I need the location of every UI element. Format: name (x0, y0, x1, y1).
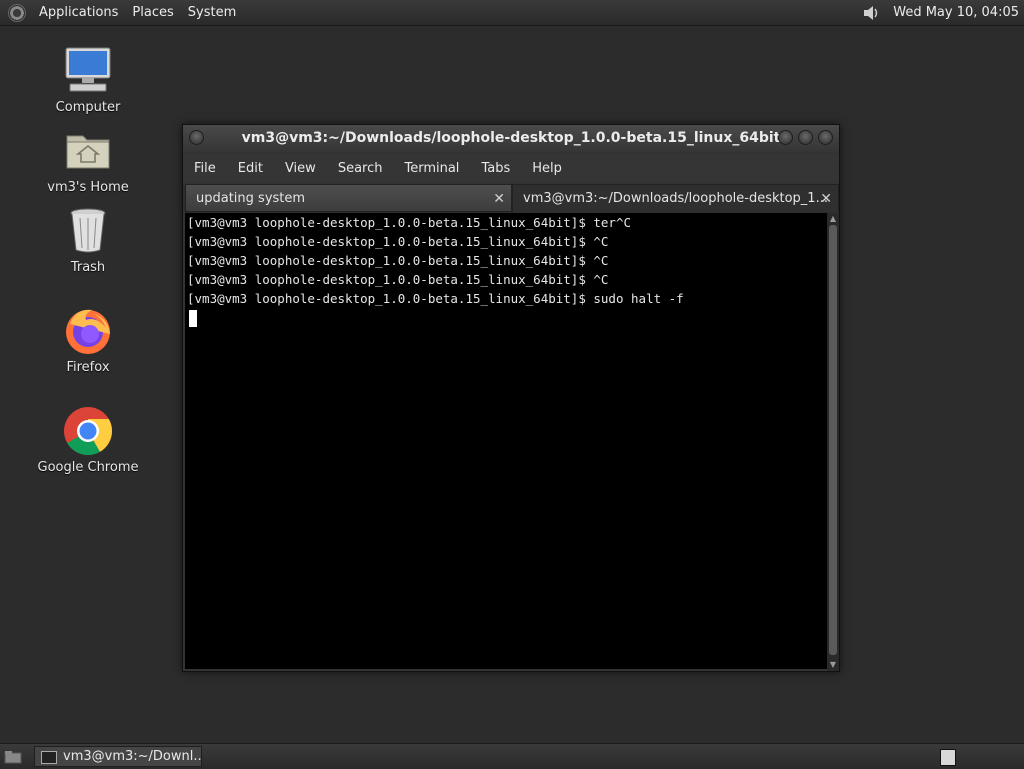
terminal-line: [vm3@vm3 loophole-desktop_1.0.0-beta.15_… (187, 272, 609, 287)
desktop-icon-label: Google Chrome (37, 460, 139, 475)
text-cursor (189, 310, 197, 327)
taskbar-terminal-button[interactable]: vm3@vm3:~/Downl... (34, 746, 202, 767)
close-icon[interactable]: ✕ (493, 185, 505, 211)
taskbar-button-label: vm3@vm3:~/Downl... (63, 749, 202, 764)
show-desktop-icon[interactable] (4, 749, 22, 764)
window-titlebar[interactable]: vm3@vm3:~/Downloads/loophole-desktop_1.0… (183, 125, 839, 152)
firefox-icon (62, 304, 114, 356)
top-panel: Applications Places System Wed May 10, 0… (0, 0, 1024, 26)
desktop-icon-computer[interactable]: Computer (28, 44, 148, 115)
window-menu-button[interactable] (189, 130, 204, 145)
terminal-line: [vm3@vm3 loophole-desktop_1.0.0-beta.15_… (187, 291, 684, 306)
menu-search[interactable]: Search (327, 161, 394, 176)
desktop-icon-label: vm3's Home (47, 180, 129, 195)
menu-file[interactable]: File (183, 161, 227, 176)
tab-bar: updating system ✕ vm3@vm3:~/Downloads/lo… (183, 184, 839, 213)
desktop-icon-chrome[interactable]: Google Chrome (28, 404, 148, 475)
chrome-icon (62, 404, 114, 456)
desktop-icon-home[interactable]: vm3's Home (28, 124, 148, 195)
menu-tabs[interactable]: Tabs (470, 161, 521, 176)
terminal-window[interactable]: vm3@vm3:~/Downloads/loophole-desktop_1.0… (182, 124, 840, 672)
terminal-output[interactable]: [vm3@vm3 loophole-desktop_1.0.0-beta.15_… (185, 213, 828, 669)
desktop-icon-label: Trash (70, 260, 106, 275)
menu-edit[interactable]: Edit (227, 161, 274, 176)
menu-system[interactable]: System (181, 5, 243, 20)
menu-places[interactable]: Places (125, 5, 180, 20)
trash-icon (62, 204, 114, 256)
window-title: vm3@vm3:~/Downloads/loophole-desktop_1.0… (241, 130, 781, 146)
close-icon[interactable]: ✕ (820, 185, 832, 212)
tab-label: vm3@vm3:~/Downloads/loophole-desktop_1..… (523, 191, 828, 206)
desktop-icon-label: Computer (55, 100, 121, 115)
bottom-panel: vm3@vm3:~/Downl... (0, 743, 1024, 769)
terminal-line: [vm3@vm3 loophole-desktop_1.0.0-beta.15_… (187, 215, 632, 230)
desktop-icon-label: Firefox (66, 360, 110, 375)
main-menu-logo-icon[interactable] (8, 3, 26, 22)
tab-terminal-session[interactable]: vm3@vm3:~/Downloads/loophole-desktop_1..… (512, 184, 839, 212)
home-folder-icon (62, 124, 114, 176)
tab-label: updating system (196, 191, 306, 206)
vertical-scrollbar[interactable]: ▲ ▼ (827, 213, 839, 671)
close-button[interactable] (818, 130, 833, 145)
minimize-button[interactable] (778, 130, 793, 145)
terminal-line: [vm3@vm3 loophole-desktop_1.0.0-beta.15_… (187, 253, 609, 268)
menu-view[interactable]: View (274, 161, 327, 176)
workspace-switcher[interactable] (940, 749, 956, 766)
computer-icon (62, 44, 114, 96)
volume-icon[interactable] (861, 3, 881, 23)
tab-updating-system[interactable]: updating system ✕ (185, 184, 512, 212)
terminal-icon (41, 751, 57, 764)
menu-terminal[interactable]: Terminal (393, 161, 470, 176)
scroll-down-icon[interactable]: ▼ (828, 660, 838, 670)
desktop-icon-trash[interactable]: Trash (28, 204, 148, 275)
desktop-icon-firefox[interactable]: Firefox (28, 304, 148, 375)
clock[interactable]: Wed May 10, 04:05 (893, 5, 1019, 20)
terminal-line: [vm3@vm3 loophole-desktop_1.0.0-beta.15_… (187, 234, 609, 249)
menubar: File Edit View Search Terminal Tabs Help (183, 154, 839, 182)
menu-applications[interactable]: Applications (32, 5, 125, 20)
maximize-button[interactable] (798, 130, 813, 145)
menu-help[interactable]: Help (521, 161, 573, 176)
scrollbar-thumb[interactable] (829, 225, 837, 655)
scroll-up-icon[interactable]: ▲ (828, 214, 838, 224)
